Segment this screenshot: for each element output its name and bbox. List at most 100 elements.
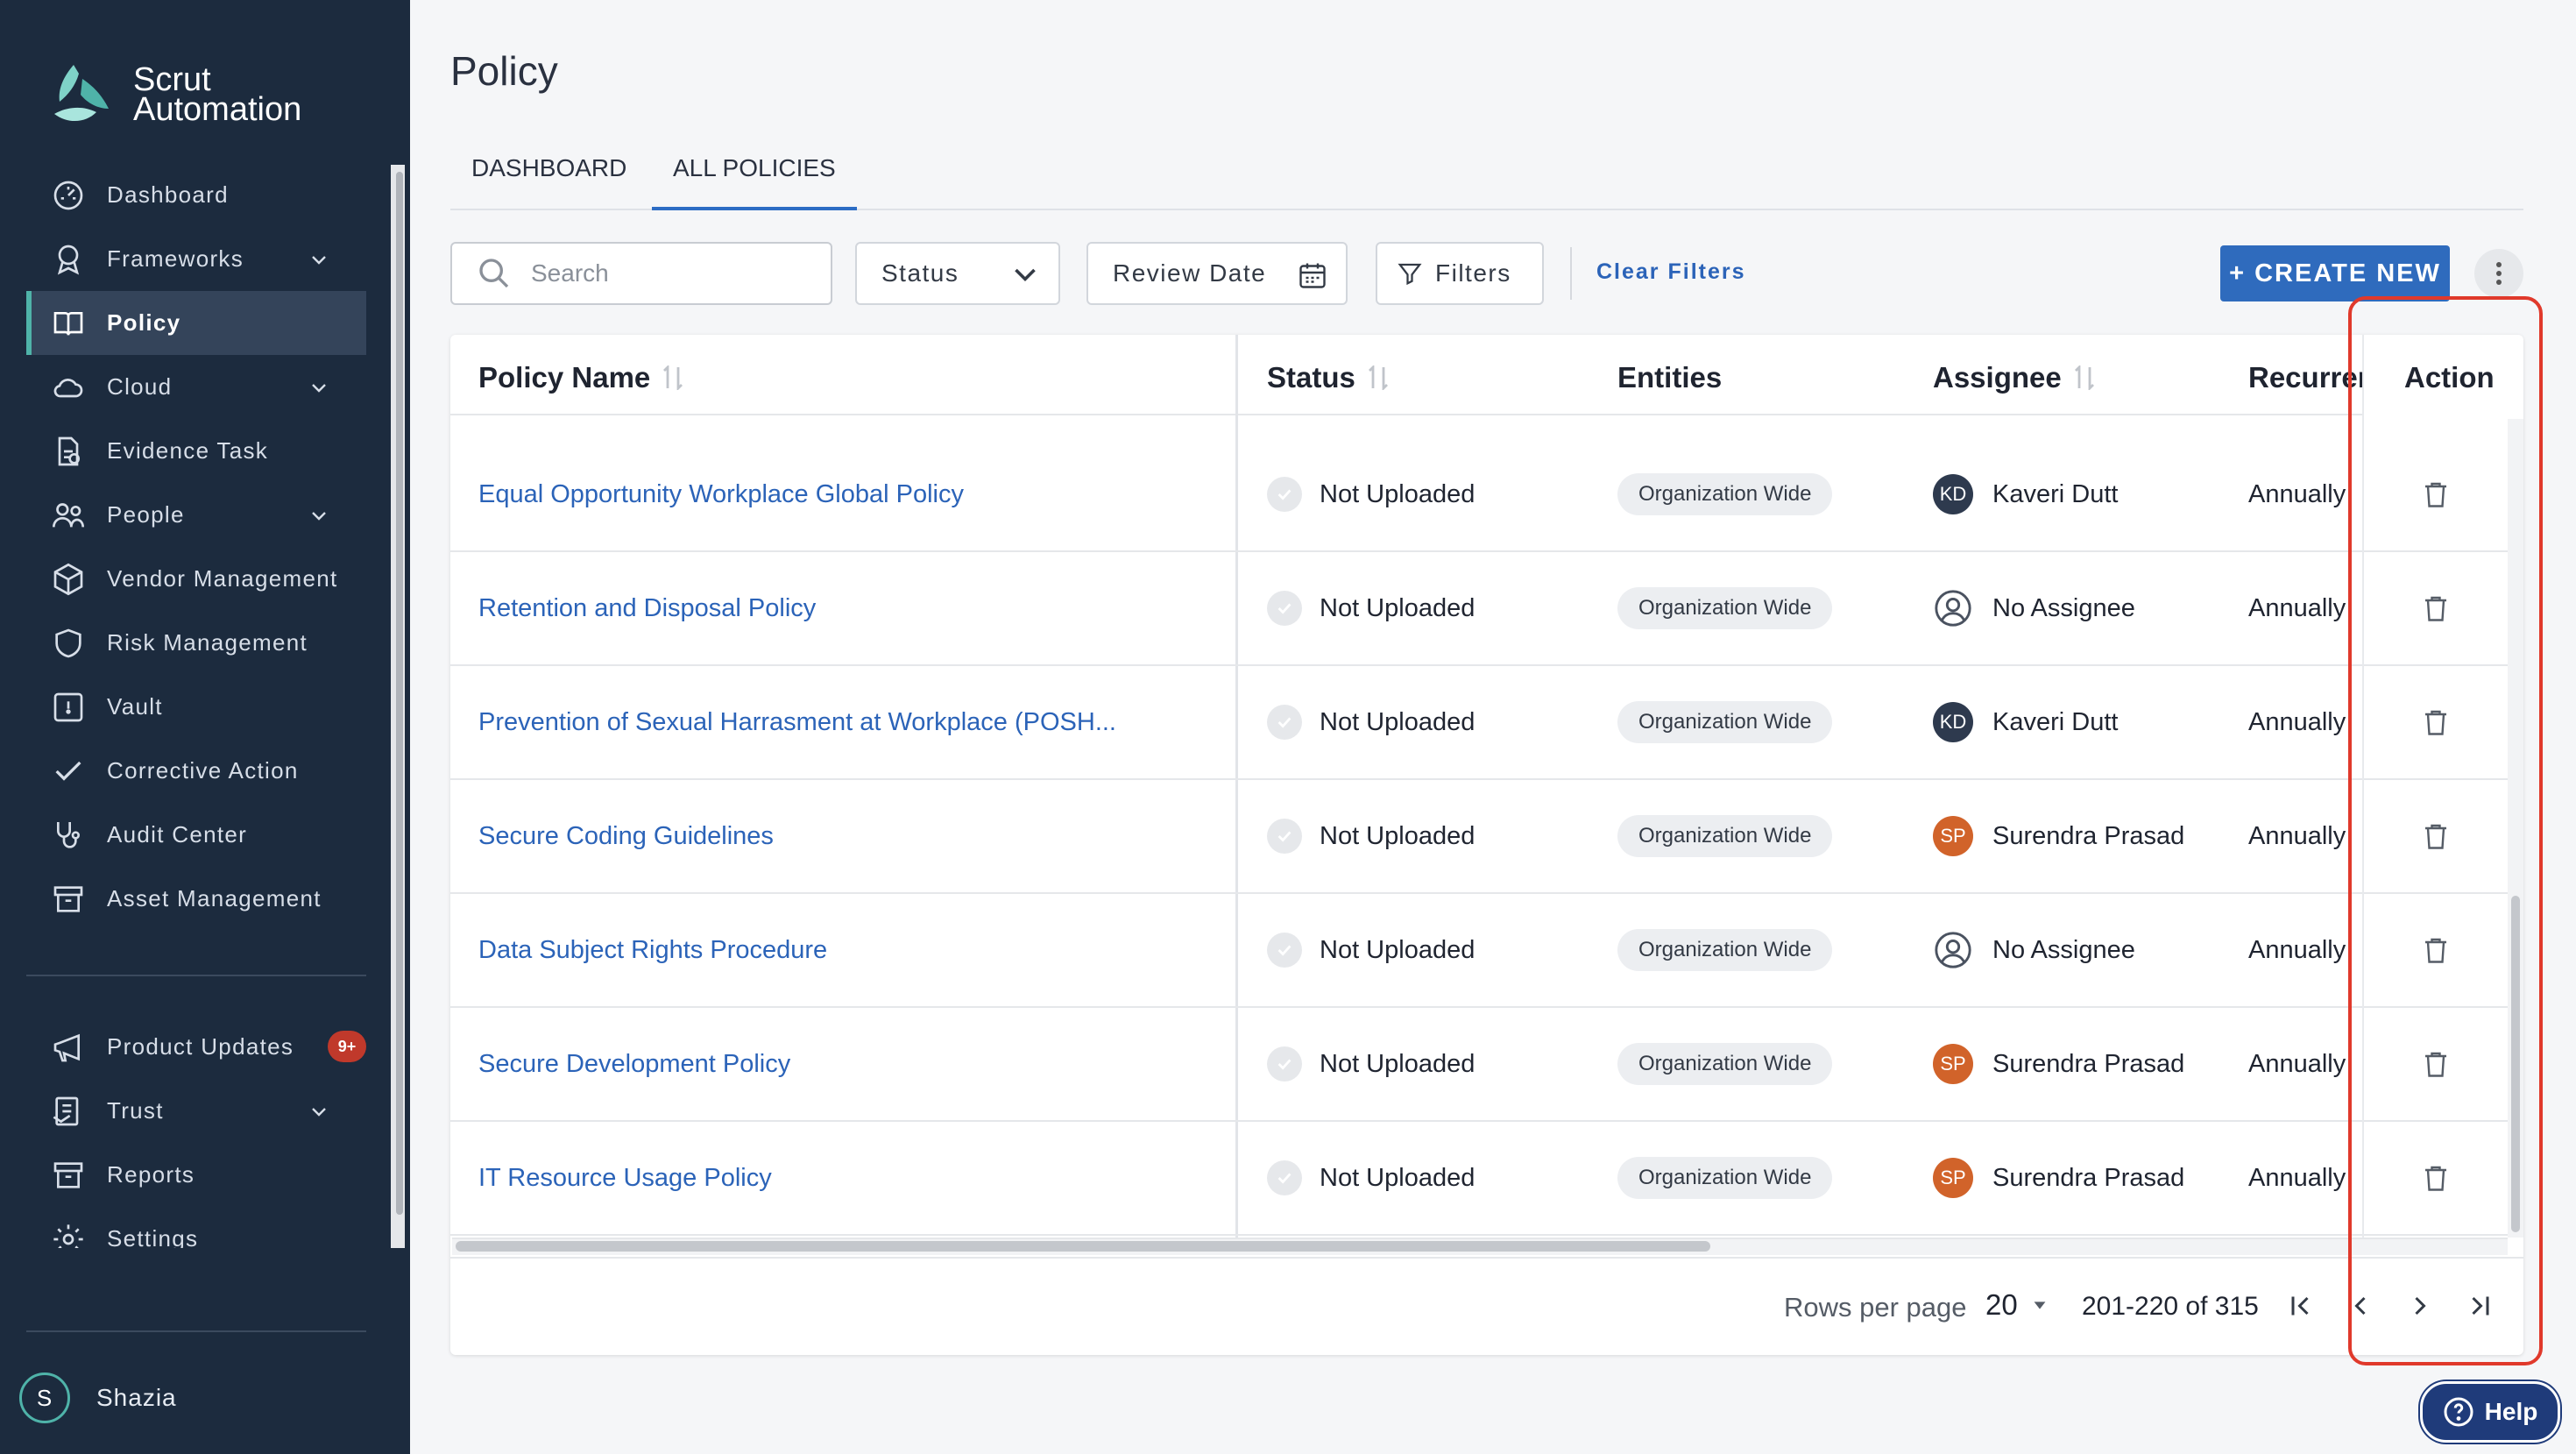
table-row: Equal Opportunity Workplace Global Polic…	[450, 438, 2509, 552]
policy-name-link[interactable]: Secure Coding Guidelines	[478, 822, 774, 851]
sidebar-item-label: Cloud	[107, 373, 173, 400]
entity-badge: Organization Wide	[1617, 701, 1833, 743]
assignee-name[interactable]: No Assignee	[1992, 594, 2135, 623]
sidebar-item-dashboard[interactable]: Dashboard	[26, 163, 366, 227]
create-new-button[interactable]: + CREATE NEW	[2220, 245, 2450, 301]
column-header-assignee[interactable]: Assignee	[1933, 361, 2095, 394]
assignee-name[interactable]: Kaveri Dutt	[1992, 708, 2118, 737]
table-horizontal-scrollbar-thumb[interactable]	[456, 1241, 1710, 1252]
status-text: Not Uploaded	[1320, 821, 1476, 850]
logo[interactable]: Scrut Automation	[47, 60, 301, 130]
table-row: Secure Coding Guidelines Not Uploaded Or…	[450, 780, 2509, 894]
status-dropdown-label: Status	[881, 259, 959, 287]
pagination-range: 201-220 of 315	[2082, 1292, 2259, 1321]
sidebar-item-corrective-action[interactable]: Corrective Action	[26, 739, 366, 803]
people-icon	[53, 502, 84, 527]
trust-icon	[53, 1096, 79, 1125]
sidebar-scrollbar-thumb[interactable]	[396, 172, 403, 1215]
sidebar-item-label: Trust	[107, 1097, 164, 1124]
tab-dashboard[interactable]: DASHBOARD	[471, 154, 626, 210]
avatar: S	[19, 1372, 70, 1423]
stethoscope-icon	[57, 821, 81, 848]
clear-filters-link[interactable]: Clear Filters	[1596, 259, 1746, 285]
sidebar-item-label: Vendor Management	[107, 565, 338, 592]
status-check-icon	[1267, 705, 1302, 740]
filters-label: Filters	[1435, 259, 1511, 287]
status-text: Not Uploaded	[1320, 593, 1476, 622]
status-dropdown[interactable]: Status	[855, 242, 1060, 305]
first-page-button[interactable]	[2280, 1285, 2322, 1327]
chevron-down-icon[interactable]	[308, 506, 329, 527]
help-button[interactable]: Help	[2420, 1381, 2560, 1443]
sidebar-item-vendor-management[interactable]: Vendor Management	[26, 547, 366, 611]
rows-per-page-select[interactable]: 20	[1985, 1288, 2049, 1322]
review-date-picker[interactable]: Review Date	[1086, 242, 1348, 305]
chevron-down-icon[interactable]	[308, 378, 329, 399]
scrut-logo-icon	[54, 65, 109, 122]
filters-button[interactable]: Filters	[1376, 242, 1544, 305]
policy-name-link[interactable]: Prevention of Sexual Harrasment at Workp…	[478, 708, 1116, 737]
sidebar-divider	[26, 975, 366, 976]
calendar-icon	[1299, 263, 1326, 288]
vault-icon	[53, 692, 83, 721]
kebab-menu-icon	[2496, 262, 2502, 285]
sidebar-item-label: Dashboard	[107, 181, 229, 208]
assignee-name[interactable]: Kaveri Dutt	[1992, 480, 2118, 509]
entity-badge: Organization Wide	[1617, 1157, 1833, 1199]
sidebar-item-cloud[interactable]: Cloud	[26, 355, 366, 419]
search-box[interactable]	[450, 242, 832, 305]
sidebar-item-trust[interactable]: Trust	[26, 1079, 366, 1143]
policy-name-link[interactable]: Equal Opportunity Workplace Global Polic…	[478, 480, 964, 509]
tab-all-policies[interactable]: ALL POLICIES	[652, 154, 857, 210]
assignee-name[interactable]: No Assignee	[1992, 936, 2135, 965]
sidebar-item-audit-center[interactable]: Audit Center	[26, 803, 366, 867]
sidebar-item-risk-management[interactable]: Risk Management	[26, 611, 366, 675]
assignee-name[interactable]: Surendra Prasad	[1992, 822, 2184, 851]
avatar: SP	[1933, 1158, 1973, 1198]
help-label: Help	[2484, 1398, 2538, 1425]
policy-name-link[interactable]: Retention and Disposal Policy	[478, 594, 816, 623]
assignee-name[interactable]: Surendra Prasad	[1992, 1164, 2184, 1193]
sidebar-item-reports[interactable]: Reports	[26, 1143, 366, 1207]
status-check-icon	[1267, 933, 1302, 968]
sidebar-item-label: Policy	[107, 309, 181, 336]
status-check-icon	[1267, 819, 1302, 854]
policy-table: Policy Name Status Entities Assignee Rec…	[450, 335, 2523, 1355]
sidebar-item-evidence-task[interactable]: Evidence Task	[26, 419, 366, 483]
sort-icon[interactable]	[2074, 365, 2095, 390]
recurrence-text: Annually	[2248, 1163, 2346, 1192]
sort-icon[interactable]	[662, 365, 683, 390]
dashboard-icon	[53, 181, 83, 209]
more-options-button[interactable]	[2474, 249, 2523, 298]
review-date-label: Review Date	[1113, 259, 1267, 287]
policy-name-link[interactable]: IT Resource Usage Policy	[478, 1164, 772, 1193]
avatar: KD	[1933, 474, 1973, 514]
chevron-down-icon[interactable]	[308, 1102, 329, 1123]
sidebar-item-vault[interactable]: Vault	[26, 675, 366, 739]
policy-name-link[interactable]: Secure Development Policy	[478, 1050, 790, 1079]
table-header: Policy Name Status Entities Assignee Rec…	[450, 335, 2509, 415]
sidebar-item-frameworks[interactable]: Frameworks	[26, 227, 366, 291]
sort-icon[interactable]	[1368, 365, 1389, 390]
status-check-icon	[1267, 1160, 1302, 1195]
entity-badge: Organization Wide	[1617, 473, 1833, 515]
chevron-down-icon[interactable]	[308, 250, 329, 271]
help-icon	[2444, 1397, 2473, 1427]
avatar: SP	[1933, 1044, 1973, 1084]
column-header-policy-name[interactable]: Policy Name	[478, 361, 683, 394]
pagination: Rows per page 20 201-220 of 315	[450, 1257, 2523, 1355]
sidebar-item-asset-management[interactable]: Asset Management	[26, 867, 366, 931]
sidebar-item-label: People	[107, 501, 185, 528]
sidebar-item-people[interactable]: People	[26, 483, 366, 547]
sidebar-nav: Dashboard Frameworks Policy Cloud Eviden…	[26, 163, 366, 931]
sidebar-item-policy[interactable]: Policy	[26, 291, 366, 355]
sidebar-item-product-updates[interactable]: Product Updates 9+	[26, 1015, 366, 1079]
user-profile[interactable]: S Shazia	[19, 1372, 177, 1423]
search-input[interactable]	[529, 259, 792, 288]
recurrence-text: Annually	[2248, 593, 2346, 622]
toolbar-divider	[1570, 247, 1572, 300]
column-header-status[interactable]: Status	[1267, 361, 1389, 394]
notification-badge: 9+	[328, 1031, 366, 1062]
policy-name-link[interactable]: Data Subject Rights Procedure	[478, 936, 827, 965]
assignee-name[interactable]: Surendra Prasad	[1992, 1050, 2184, 1079]
